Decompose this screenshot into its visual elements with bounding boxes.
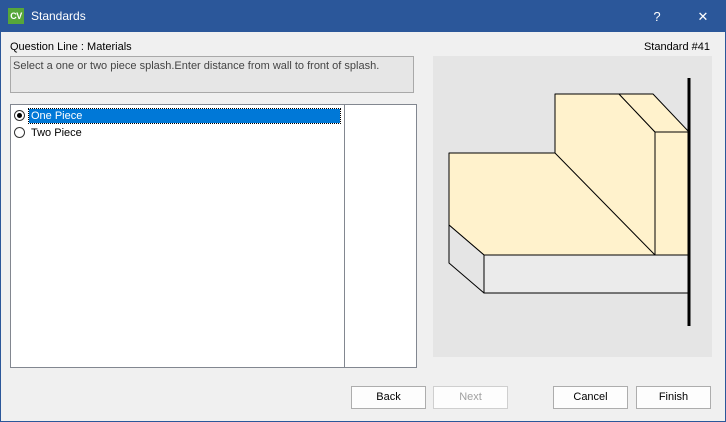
title-bar[interactable]: CV Standards ? ✕ — [1, 1, 725, 32]
option-two-piece[interactable]: Two Piece — [14, 125, 344, 140]
question-line-label: Question Line : Materials — [10, 41, 132, 53]
app-icon: CV — [8, 8, 24, 24]
window-title: Standards — [31, 9, 86, 23]
radio-checked-icon[interactable] — [14, 110, 25, 121]
countertop-front-edge — [483, 254, 690, 294]
standards-dialog: CV Standards ? ✕ Question Line : Materia… — [0, 0, 726, 422]
standard-number: Standard #41 — [643, 41, 710, 53]
close-button[interactable]: ✕ — [681, 1, 725, 32]
splash-illustration — [448, 78, 691, 326]
options-list[interactable]: One Piece Two Piece — [10, 104, 417, 368]
next-button[interactable]: Next — [433, 386, 508, 409]
option-label: Two Piece — [31, 126, 82, 139]
option-one-piece[interactable]: One Piece — [14, 107, 344, 124]
back-button[interactable]: Back — [351, 386, 426, 409]
radio-unchecked-icon[interactable] — [14, 127, 25, 138]
help-button[interactable]: ? — [635, 1, 679, 32]
list-column-divider — [344, 105, 345, 367]
option-label: One Piece — [28, 107, 341, 124]
cancel-button[interactable]: Cancel — [553, 386, 628, 409]
backsplash-front — [654, 131, 690, 256]
countertop-top — [448, 93, 656, 256]
finish-button[interactable]: Finish — [636, 386, 711, 409]
instruction-text: Select a one or two piece splash.Enter d… — [10, 56, 414, 93]
splash-diagram — [433, 56, 712, 357]
